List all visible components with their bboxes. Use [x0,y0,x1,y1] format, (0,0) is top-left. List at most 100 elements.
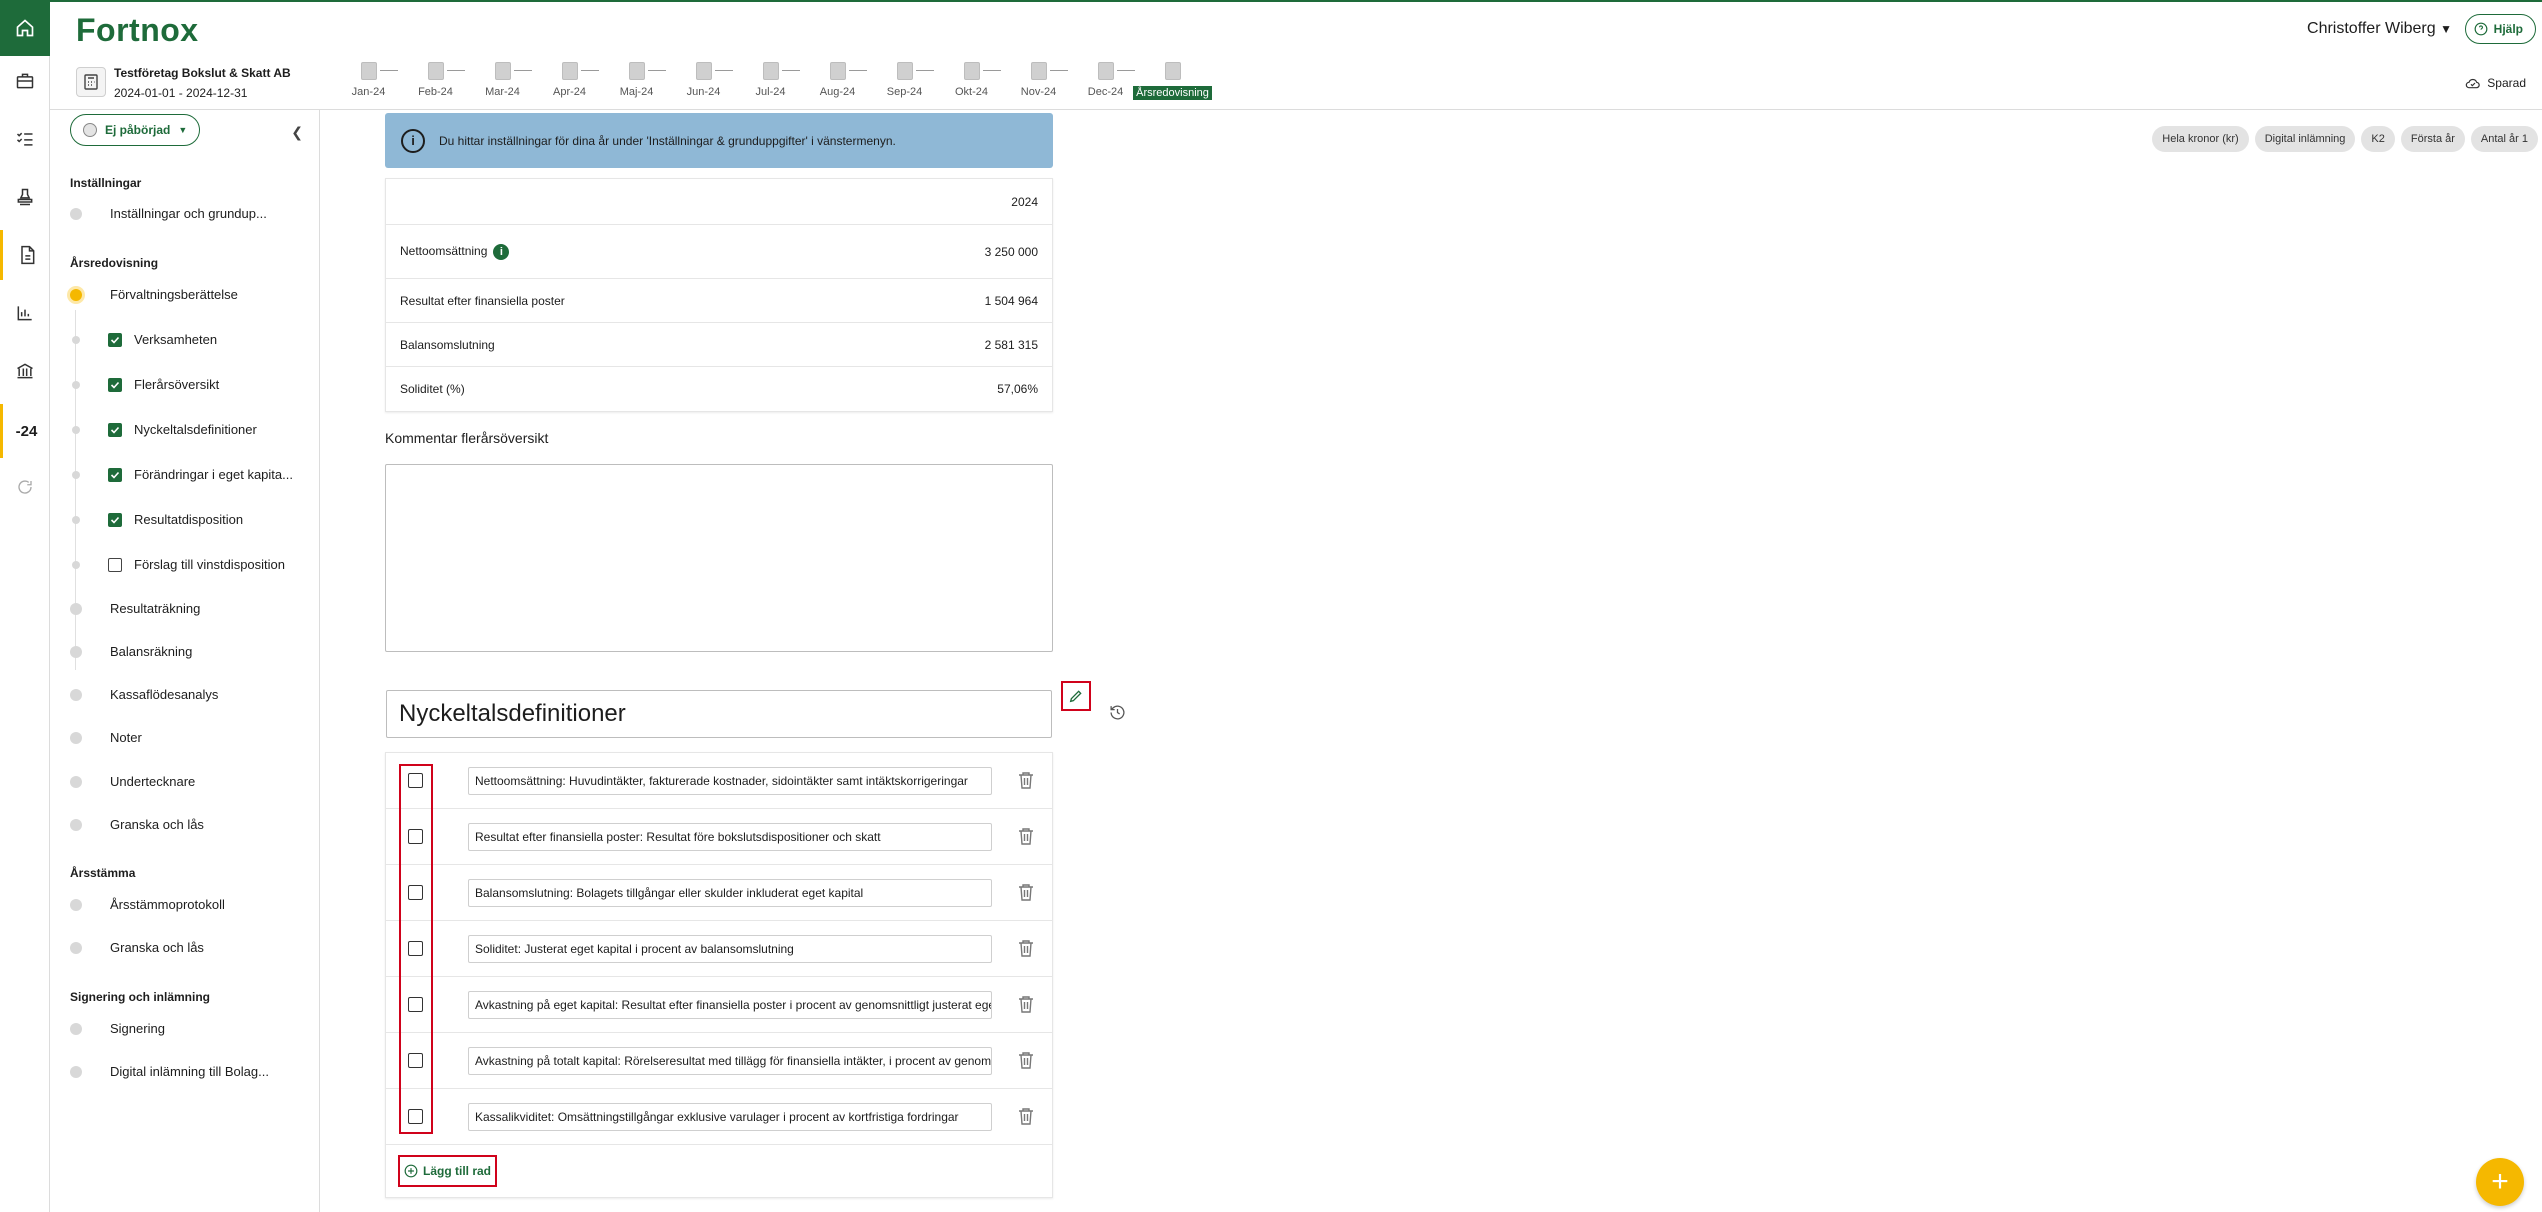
timeline-month[interactable]: Sep-24 [871,62,938,98]
timeline-month[interactable]: Jul-24 [737,62,804,98]
definition-input[interactable]: Balansomslutning: Bolagets tillgångar el… [468,879,992,907]
definition-input[interactable]: Resultat efter finansiella poster: Resul… [468,823,992,851]
history-icon [1109,705,1124,720]
nav-item-kassaflode[interactable]: Kassaflödesanalys [70,687,218,702]
chip-year-count[interactable]: Antal år 1 [2470,126,2538,152]
rail-year[interactable]: -24 [0,404,50,458]
rail-reports[interactable] [0,288,50,338]
checklist-icon [16,132,33,146]
rail-stamp[interactable] [0,172,50,222]
nav-item-noter[interactable]: Noter [70,730,142,745]
nav-item-digital[interactable]: Digital inlämning till Bolag... [70,1064,269,1079]
timeline-month[interactable]: Maj-24 [603,62,670,98]
nav-sub-resultatdisp[interactable]: Resultatdisposition [70,512,243,527]
home-button[interactable] [0,0,50,56]
fortnox-logo[interactable]: Fortnox [76,12,199,49]
status-dot [70,941,82,954]
nav-item-granska-2[interactable]: Granska och lås [70,940,204,955]
table-row: Nettoomsättning i 3 250 000 [386,225,1052,279]
table-row: Resultat efter finansiella poster 1 504 9… [386,279,1052,323]
definition-input[interactable]: Avkastning på eget kapital: Resultat eft… [468,991,992,1019]
timeline-month[interactable]: Apr-24 [536,62,603,98]
delete-row-button[interactable] [1018,995,1034,1015]
chip-k2[interactable]: K2 [2361,126,2395,152]
timeline-annual-report[interactable]: Årsredovisning [1133,62,1212,100]
timeline-month[interactable]: Aug-24 [804,62,871,98]
nav-item-signering[interactable]: Signering [70,1021,165,1036]
rail-refresh[interactable] [0,462,50,512]
status-dot [70,1022,82,1035]
timeline-connector [380,70,398,71]
chip-first-year[interactable]: Första år [2400,126,2465,152]
rail-bank[interactable] [0,346,50,396]
definition-input[interactable]: Kassalikviditet: Omsättningstillgångar e… [468,1103,992,1131]
nav-sub-nyckeltal[interactable]: Nyckeltalsdefinitioner [70,422,257,437]
help-button[interactable]: Hjälp [2464,14,2536,44]
nav-sub-forandringar[interactable]: Förändringar i eget kapita... [70,467,293,482]
nav-sub-verksamheten[interactable]: Verksamheten [70,332,217,347]
rail-annual-report[interactable] [0,230,50,280]
definition-input[interactable]: Nettoomsättning: Huvudintäkter, fakturer… [468,767,992,795]
status-dot [70,645,82,658]
timeline-label: Sep-24 [886,86,923,98]
trash-icon [1019,1108,1033,1125]
company-bar: Testföretag Bokslut & Skatt AB 2024-01-0… [50,56,2542,110]
definition-input[interactable]: Avkastning på totalt kapital: Rörelseres… [468,1047,992,1075]
nav-item-granska-1[interactable]: Granska och lås [70,817,204,832]
collapse-nav-button[interactable]: ❮ [291,124,303,141]
nav-item-label: Balansräkning [110,644,193,659]
timeline-month[interactable]: Jan-24 [335,62,402,98]
timeline-month[interactable]: Mar-24 [469,62,536,98]
user-menu[interactable]: Christoffer Wiberg ▼ [2307,20,2452,38]
add-row-button[interactable]: Lägg till rad [398,1155,497,1187]
nav-item-label: Förslag till vinstdisposition [134,557,286,572]
definitions-list: Nettoomsättning: Huvudintäkter, fakturer… [385,752,1053,1198]
chip-rounding[interactable]: Hela kronor (kr) [2152,126,2249,152]
unchecked-box-icon [108,557,122,572]
nav-item-balansrakning[interactable]: Balansräkning [70,644,192,659]
nav-item-resultatrakning[interactable]: Resultaträkning [70,601,200,616]
edit-title-button[interactable] [1061,681,1091,711]
list-item: Nettoomsättning: Huvudintäkter, fakturer… [386,753,1052,809]
nav-item-forvaltning[interactable]: Förvaltningsberättelse [70,287,238,302]
document-icon [1030,62,1047,80]
definition-input[interactable]: Soliditet: Justerat eget kapital i proce… [468,935,992,963]
add-fab-button[interactable]: + [2476,1158,2524,1206]
status-dot [72,425,80,434]
history-button[interactable] [1108,703,1126,721]
cloud-check-icon [2466,78,2481,89]
info-banner-text: Du hittar inställningar för dina år unde… [439,133,896,148]
nav-item-label: Nyckeltalsdefinitioner [134,422,257,437]
period-timeline: Jan-24 Feb-24 Mar-24 Apr-24 Maj-24 Jun-24 Jul-… [335,62,1212,100]
chip-digital[interactable]: Digital inlämning [2254,126,2356,152]
definitions-title-input[interactable]: Nyckeltalsdefinitioner [386,690,1052,738]
nav-sub-flerars[interactable]: Flerårsöversikt [70,377,219,392]
nav-sub-forslag[interactable]: Förslag till vinstdisposition [70,557,285,572]
timeline-month[interactable]: Dec-24 [1072,62,1139,98]
comment-textarea[interactable] [385,464,1053,652]
nav-item-protokoll[interactable]: Årsstämmoprotokoll [70,897,225,912]
delete-row-button[interactable] [1018,1107,1034,1127]
nav-item-label: Förvaltningsberättelse [110,287,238,302]
delete-row-button[interactable] [1018,939,1034,959]
delete-row-button[interactable] [1018,771,1034,791]
timeline-month[interactable]: Jun-24 [670,62,737,98]
nav-item-installningar[interactable]: Inställningar och grundup... [70,206,267,221]
nav-section-arsredovisning: Årsredovisning [70,256,159,270]
status-dropdown[interactable]: Ej påbörjad ▼ [70,114,201,146]
nav-item-undertecknare[interactable]: Undertecknare [70,774,195,789]
document-icon [963,62,980,80]
check-icon [108,467,122,482]
timeline-month[interactable]: Okt-24 [938,62,1005,98]
timeline-month[interactable]: Nov-24 [1005,62,1072,98]
timeline-month[interactable]: Feb-24 [402,62,469,98]
calculator-icon[interactable] [76,67,106,97]
rail-tasks[interactable] [0,114,50,164]
info-icon[interactable]: i [493,243,510,260]
delete-row-button[interactable] [1018,1051,1034,1071]
status-dot [72,560,80,569]
delete-row-button[interactable] [1018,827,1034,847]
rail-briefcase[interactable] [0,56,50,106]
status-label: Ej påbörjad [105,123,171,137]
delete-row-button[interactable] [1018,883,1034,903]
